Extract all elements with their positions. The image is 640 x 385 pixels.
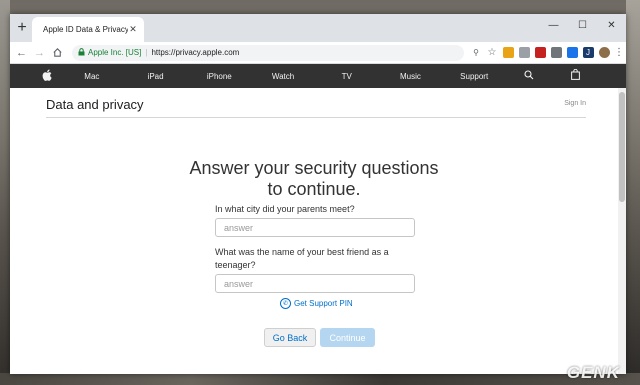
genk-watermark: GENK: [566, 363, 620, 382]
extension-icons: ⚲ ☆ J ⋮: [468, 47, 624, 58]
nav-item-iphone[interactable]: iPhone: [187, 72, 251, 81]
browser-tab[interactable]: Apple ID Data & Privacy ✕: [32, 17, 144, 42]
nav-item-mac[interactable]: Mac: [60, 72, 124, 81]
answer-2-input[interactable]: answer: [215, 274, 415, 293]
sign-in-link[interactable]: Sign In: [564, 100, 586, 107]
page-subheader: Data and privacy Sign In: [46, 88, 586, 118]
tab-close-icon[interactable]: ✕: [128, 24, 138, 35]
browser-window: + Apple ID Data & Privacy ✕ — ☐ ✕ ← → Ap…: [10, 14, 626, 374]
nav-item-support[interactable]: Support: [442, 72, 506, 81]
page-title: Data and privacy: [46, 97, 144, 112]
close-window-button[interactable]: ✕: [597, 14, 626, 36]
ev-certificate-label[interactable]: Apple Inc. [US]: [88, 48, 141, 57]
desktop-background-left: [0, 0, 10, 385]
nav-item-ipad[interactable]: iPad: [124, 72, 188, 81]
maximize-button[interactable]: ☐: [568, 14, 597, 36]
apple-logo-icon[interactable]: [42, 69, 60, 84]
continue-button[interactable]: Continue: [320, 328, 375, 347]
key-icon[interactable]: ⚲: [471, 47, 482, 58]
form-heading-line1: Answer your security questions: [189, 158, 439, 178]
answer-1-input[interactable]: answer: [215, 218, 415, 237]
shopping-bag-icon[interactable]: [552, 68, 598, 83]
extension-blue-icon[interactable]: [566, 47, 578, 58]
scrollbar-thumb[interactable]: [619, 92, 625, 202]
minimize-button[interactable]: —: [539, 14, 568, 36]
nav-item-music[interactable]: Music: [379, 72, 443, 81]
tab-title: Apple ID Data & Privacy: [43, 25, 128, 34]
browser-toolbar: ← → Apple Inc. [US] | https://privacy.ap…: [10, 42, 626, 64]
new-tab-button[interactable]: +: [14, 20, 30, 36]
nav-item-tv[interactable]: TV: [315, 72, 379, 81]
forward-arrow-icon[interactable]: →: [32, 45, 47, 60]
support-pin-link[interactable]: ✆ Get Support PIN: [280, 298, 353, 309]
nav-item-watch[interactable]: Watch: [251, 72, 315, 81]
question-2-label: What was the name of your best friend as…: [215, 247, 389, 270]
url-text[interactable]: https://privacy.apple.com: [151, 48, 239, 57]
go-back-button[interactable]: Go Back: [264, 328, 316, 347]
desktop-background-bottom: [0, 373, 640, 385]
lock-icon: [78, 47, 85, 58]
star-icon[interactable]: ☆: [487, 47, 498, 58]
extension-shield-icon[interactable]: [534, 47, 546, 58]
address-separator: |: [145, 48, 148, 57]
page-content: Data and privacy Sign In Answer your sec…: [10, 88, 626, 374]
phone-icon: ✆: [280, 298, 291, 309]
window-controls: — ☐ ✕: [539, 14, 626, 36]
extension-puzzle-icon[interactable]: [550, 47, 562, 58]
form-heading-line2: to continue.: [267, 179, 361, 199]
question-1-label: In what city did your parents meet?: [215, 204, 355, 214]
extension-j-icon[interactable]: J: [582, 47, 594, 58]
extension-gray-icon[interactable]: [518, 47, 530, 58]
address-bar[interactable]: Apple Inc. [US] | https://privacy.apple.…: [72, 44, 464, 61]
support-pin-label: Get Support PIN: [294, 299, 353, 308]
form-heading: Answer your security questions to contin…: [10, 158, 618, 200]
extension-orange-icon[interactable]: [502, 47, 514, 58]
tab-strip: + Apple ID Data & Privacy ✕ — ☐ ✕: [10, 14, 626, 42]
menu-kebab-icon[interactable]: ⋮: [614, 47, 624, 58]
desktop-background-right: [626, 0, 640, 385]
avatar[interactable]: [598, 47, 610, 58]
page-scrollbar[interactable]: [618, 88, 626, 374]
search-icon[interactable]: [506, 69, 552, 83]
apple-global-nav: Mac iPad iPhone Watch TV Music Support: [10, 64, 626, 88]
home-icon[interactable]: [50, 45, 65, 60]
back-arrow-icon[interactable]: ←: [14, 45, 29, 60]
